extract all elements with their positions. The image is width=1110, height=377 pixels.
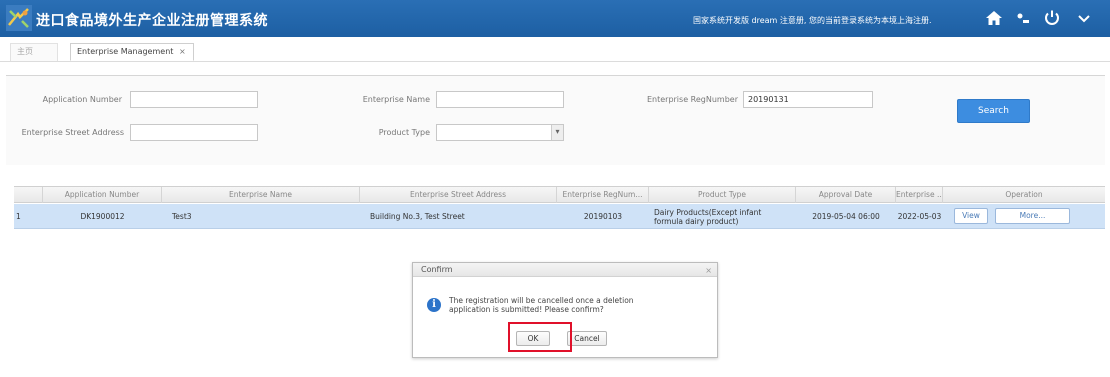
cell-approval-date: 2019-05-04 06:00	[812, 212, 880, 221]
app-title: 进口食品境外生产企业注册管理系统	[36, 13, 268, 29]
dialog-message: The registration will be cancelled once …	[449, 296, 634, 314]
enterprise-regnumber-label: Enterprise RegNumber	[646, 95, 738, 104]
search-button[interactable]: Search	[957, 99, 1030, 123]
home-icon[interactable]	[984, 8, 1004, 28]
column-header[interactable]: Product Type	[649, 187, 796, 203]
close-icon[interactable]: ×	[179, 47, 186, 56]
column-header: Operation	[1005, 190, 1043, 199]
cell-reg-number: 20190103	[583, 212, 623, 221]
logo-icon	[6, 5, 32, 31]
settings-icon[interactable]	[1013, 8, 1033, 28]
application-number-input[interactable]	[130, 91, 258, 108]
power-icon[interactable]	[1042, 8, 1062, 28]
table-row[interactable]: 1 DK1900012 Test3 Building No.3, Test St…	[14, 204, 1105, 229]
app-header: 进口食品境外生产企业注册管理系统 国家系统开发版 dream 注意册, 您的当前…	[0, 0, 1110, 37]
product-type-label: Product Type	[378, 128, 430, 137]
cancel-button[interactable]: Cancel	[567, 331, 607, 346]
user-status-text: 国家系统开发版 dream 注意册, 您的当前登录系统为本境上海注册.	[693, 16, 932, 25]
column-header[interactable]: Application Number	[43, 187, 162, 203]
row-index: 1	[16, 212, 21, 221]
cell-product-type: Dairy Products(Except infant formula dai…	[654, 207, 762, 226]
column-header[interactable]: Enterprise Name	[162, 187, 360, 203]
column-header[interactable]: Enterprise ...	[896, 187, 943, 203]
more-button[interactable]: More...	[995, 208, 1070, 224]
dialog-title: Confirm	[421, 265, 453, 274]
dropdown-arrow-icon[interactable]: ▾	[551, 125, 563, 140]
cell-enterprise-name: Test3	[172, 212, 192, 221]
tab-enterprise-management[interactable]: Enterprise Management ×	[70, 43, 194, 61]
enterprise-regnumber-input[interactable]	[743, 91, 873, 108]
column-header-index	[14, 187, 43, 203]
table-header: Application Number Enterprise Name Enter…	[14, 186, 1105, 203]
search-form	[6, 75, 1105, 165]
tab-enterprise-management-label: Enterprise Management	[77, 47, 174, 56]
product-type-select[interactable]: ▾	[436, 124, 564, 141]
cell-street-address: Building No.3, Test Street	[370, 212, 465, 221]
column-header[interactable]: Enterprise RegNum...	[557, 187, 649, 203]
highlight-box	[508, 322, 572, 352]
tab-bar: 主页 Enterprise Management ×	[0, 37, 1110, 62]
street-address-input[interactable]	[130, 124, 258, 141]
tab-home-label: 主页	[17, 47, 33, 56]
chevron-down-icon[interactable]	[1076, 8, 1092, 28]
dialog-title-bar[interactable]: Confirm ×	[413, 263, 717, 277]
street-address-label: Enterprise Street Address	[21, 128, 124, 137]
column-header[interactable]: Enterprise Street Address	[360, 187, 557, 203]
view-button[interactable]: View	[954, 208, 988, 224]
tab-home[interactable]: 主页	[10, 43, 58, 61]
enterprise-name-input[interactable]	[436, 91, 564, 108]
column-header[interactable]: Approval Date	[796, 187, 896, 203]
enterprise-name-label: Enterprise Name	[362, 95, 430, 104]
cell-application-number: DK1900012	[80, 212, 125, 221]
close-icon[interactable]: ×	[705, 264, 712, 277]
info-icon: i	[427, 298, 441, 312]
application-number-label: Application Number	[42, 95, 122, 104]
cell-enterprise-date: 2022-05-03	[897, 212, 942, 221]
